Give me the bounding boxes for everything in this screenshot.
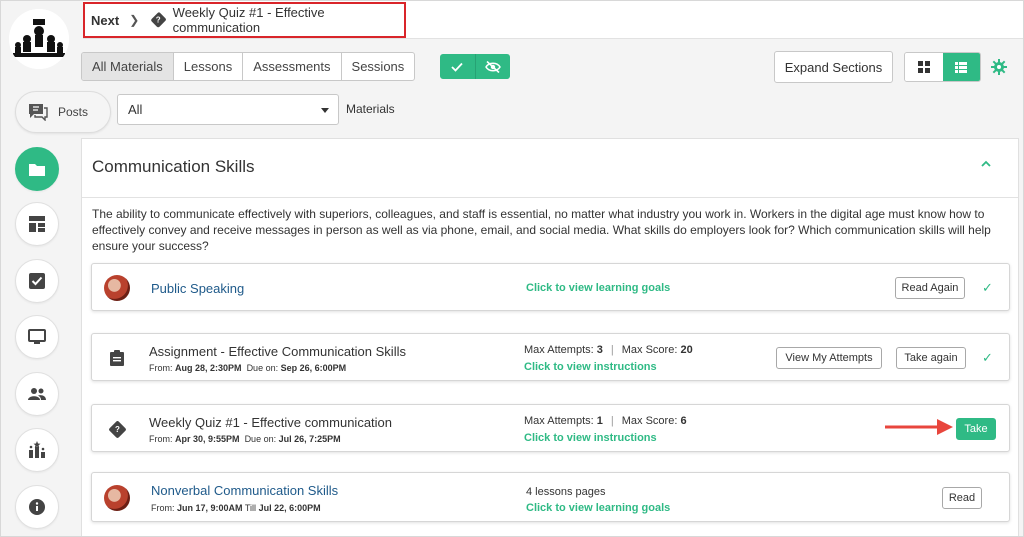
sidebar-leaderboard[interactable] <box>15 428 59 472</box>
sidebar-people[interactable] <box>15 372 59 416</box>
check-icon <box>451 62 463 72</box>
lesson-thumbnail <box>104 275 130 301</box>
lesson-pages-count: 4 lessons pages <box>526 486 606 498</box>
learning-goals-link[interactable]: Click to view learning goals <box>526 502 670 514</box>
grid-view-button[interactable] <box>905 53 943 81</box>
tab-all-materials[interactable]: All Materials <box>82 53 174 80</box>
attempts-score-meta: Max Attempts: 1 | Max Score: 6 <box>524 415 687 427</box>
lesson-thumbnail <box>104 485 130 511</box>
sidebar-info[interactable] <box>15 485 59 529</box>
info-icon <box>29 499 45 515</box>
material-dates: From: Apr 30, 9:55PM Due on: Jul 26, 7:2… <box>149 434 341 444</box>
section-description: The ability to communicate effectively w… <box>92 207 991 253</box>
materials-filter-select[interactable]: All <box>117 94 339 125</box>
next-label: Next <box>91 12 120 28</box>
expand-sections-button[interactable]: Expand Sections <box>774 51 893 83</box>
checkbox-icon <box>29 273 45 289</box>
material-tabs: All Materials Lessons Assessments Sessio… <box>81 52 416 81</box>
material-item-weekly-quiz: ? Weekly Quiz #1 - Effective communicati… <box>91 404 1010 452</box>
posts-label: Posts <box>58 105 89 119</box>
material-title[interactable]: Nonverbal Communication Skills <box>151 483 338 498</box>
sidebar-dashboard[interactable] <box>15 202 59 246</box>
dropdown-caret-icon <box>321 108 329 113</box>
grid-icon <box>917 61 930 73</box>
app-window: Next ❯ ? Weekly Quiz #1 - Effective comm… <box>0 0 1024 537</box>
material-dates: From: Jun 17, 9:00AM Till Jul 22, 6:00PM <box>151 503 321 513</box>
section-divider <box>82 197 1018 198</box>
view-mode-toggle <box>904 52 981 82</box>
section-panel: Communication Skills The ability to comm… <box>81 138 1019 536</box>
material-item-nonverbal: Nonverbal Communication Skills From: Jun… <box>91 472 1010 522</box>
material-title[interactable]: Assignment - Effective Communication Ski… <box>149 344 406 359</box>
take-again-button[interactable]: Take again <box>896 347 966 369</box>
tab-lessons[interactable]: Lessons <box>174 53 244 80</box>
annotation-arrow-icon <box>885 419 953 435</box>
dashboard-icon <box>29 216 45 232</box>
next-item-link[interactable]: Next ❯ ? Weekly Quiz #1 - Effective comm… <box>83 2 406 38</box>
instructions-link[interactable]: Click to view instructions <box>524 432 657 444</box>
quiz-icon: ? <box>150 11 168 29</box>
instructions-link[interactable]: Click to view instructions <box>524 361 657 373</box>
next-item-title: Weekly Quiz #1 - Effective communication <box>172 5 325 35</box>
leaderboard-icon <box>29 441 45 458</box>
list-icon <box>955 61 968 73</box>
show-completed-button[interactable] <box>440 54 476 79</box>
posts-button[interactable]: Posts <box>15 91 111 133</box>
take-quiz-button[interactable]: Take <box>956 418 996 440</box>
read-again-button[interactable]: Read Again <box>895 277 965 299</box>
material-dates: From: Aug 28, 2:30PM Due on: Sep 26, 6:0… <box>149 363 347 373</box>
hide-button[interactable] <box>475 54 510 79</box>
attempts-score-meta: Max Attempts: 3 | Max Score: 20 <box>524 344 693 356</box>
section-title: Communication Skills <box>92 157 255 176</box>
learning-goals-link[interactable]: Click to view learning goals <box>526 282 670 294</box>
material-item-assignment: Assignment - Effective Communication Ski… <box>91 333 1010 381</box>
material-title[interactable]: Public Speaking <box>151 281 244 296</box>
completed-check-icon: ✓ <box>982 280 993 295</box>
people-icon <box>28 388 46 400</box>
chevron-right-icon: ❯ <box>129 13 140 27</box>
view-attempts-button[interactable]: View My Attempts <box>776 347 882 369</box>
material-title[interactable]: Weekly Quiz #1 - Effective communication <box>149 415 392 430</box>
completed-check-icon: ✓ <box>982 350 993 365</box>
filter-selected-value: All <box>128 102 143 117</box>
monitor-icon <box>28 329 46 344</box>
settings-gear-icon[interactable] <box>991 59 1007 75</box>
sidebar-assessments[interactable] <box>15 259 59 303</box>
clipboard-icon <box>110 350 124 366</box>
school-logo <box>9 9 69 69</box>
visibility-toggle-group <box>440 54 510 79</box>
tab-sessions[interactable]: Sessions <box>342 53 415 80</box>
tab-assessments[interactable]: Assessments <box>243 53 342 80</box>
sidebar-sessions[interactable] <box>15 315 59 359</box>
read-button[interactable]: Read <box>942 487 982 509</box>
quiz-icon: ? <box>108 420 127 439</box>
sidebar-materials[interactable] <box>15 147 59 191</box>
chat-icon <box>29 104 48 121</box>
chevron-up-icon[interactable] <box>981 159 991 169</box>
list-view-button[interactable] <box>942 53 980 81</box>
folder-icon <box>29 163 45 176</box>
material-item-public-speaking: Public Speaking Click to view learning g… <box>91 263 1010 311</box>
eye-slash-icon <box>484 60 501 73</box>
filter-label: Materials <box>346 102 395 116</box>
